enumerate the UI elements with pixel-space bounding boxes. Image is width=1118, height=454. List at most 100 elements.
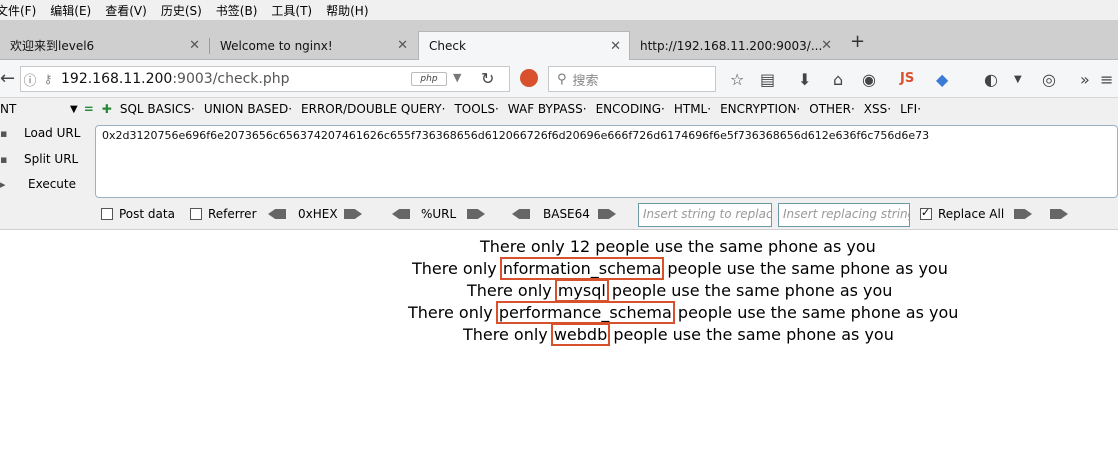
menu-bookmarks[interactable]: 书签(B) [216, 2, 258, 19]
search-placeholder: 搜索 [572, 73, 599, 89]
url-path: :9003/check.php [172, 71, 290, 87]
dropdown-icon[interactable]: ▼ [453, 71, 461, 84]
menu-xss[interactable]: XSS· [864, 102, 891, 116]
menu-encoding[interactable]: ENCODING· [596, 102, 665, 116]
line-prefix: There only [408, 303, 498, 322]
new-tab-icon[interactable]: + [850, 31, 865, 52]
menu-encryption[interactable]: ENCRYPTION· [720, 102, 800, 116]
line-prefix: There only [463, 325, 553, 344]
menu-file[interactable]: 文件(F) [0, 2, 36, 19]
chevron-down-icon[interactable]: ▼ [1014, 74, 1022, 85]
home-icon[interactable]: ⌂ [833, 70, 843, 89]
hackbar-menu: NT ▼ = ✚ SQL BASICS· UNION BASED· ERROR/… [0, 98, 1118, 120]
menu-tools[interactable]: TOOLS· [454, 102, 498, 116]
execute-label: Execute [28, 177, 76, 191]
minus-icon[interactable]: = [84, 102, 94, 116]
replace-all-checkbox[interactable] [920, 206, 932, 220]
payload-textarea[interactable]: 0x2d3120756e696f6e2073656c65637420746162… [95, 125, 1118, 198]
search-icon: ⚲ [557, 71, 567, 87]
download-icon[interactable]: ⬇ [798, 70, 811, 89]
info-icon[interactable]: ⓘ [21, 70, 39, 89]
hackbar-panel: ▪ Load URL ▪ Split URL ▸ Execute 0x2d312… [0, 120, 1118, 230]
extension-icon[interactable]: ◉ [862, 70, 876, 89]
menu-lfi[interactable]: LFI· [900, 102, 921, 116]
url-label: %URL [421, 207, 457, 221]
post-data-label: Post data [119, 207, 175, 221]
php-badge: php [411, 72, 447, 86]
search-input[interactable]: ⚲ 搜索 [548, 66, 716, 92]
line-suffix: people use the same phone as you [662, 259, 948, 278]
replacing-string-input[interactable]: Insert replacing string [778, 203, 910, 227]
line-prefix: There only [467, 281, 557, 300]
menu-icon[interactable]: ≡ [1100, 70, 1113, 89]
reload-icon[interactable]: ↻ [481, 69, 494, 88]
tab-level6[interactable]: 欢迎来到level6 ✕ [0, 31, 208, 60]
replace-arrow-icon[interactable] [1014, 209, 1032, 219]
hex-label: 0xHEX [298, 207, 338, 221]
menu-error-double-query[interactable]: ERROR/DOUBLE QUERY· [301, 102, 445, 116]
base64-label: BASE64 [543, 207, 590, 221]
line-suffix: people use the same phone as you [608, 325, 894, 344]
result-line: There only nformation_schema people use … [412, 257, 948, 280]
extension-icon[interactable]: ◆ [936, 70, 948, 89]
decode-arrow-icon[interactable] [392, 209, 410, 219]
library-icon[interactable]: ▤ [760, 70, 775, 89]
line-suffix: people use the same phone as you [672, 303, 959, 322]
replace-arrow-icon[interactable] [1050, 209, 1068, 219]
decode-arrow-icon[interactable] [512, 209, 530, 219]
result-line: There only mysql people use the same pho… [467, 279, 892, 302]
highlighted-value: mysql [554, 279, 609, 302]
chevron-down-icon[interactable]: ▼ [70, 104, 78, 115]
close-icon[interactable]: ✕ [610, 39, 621, 54]
line-value: 12 [569, 237, 591, 256]
tab-title: http://192.168.11.200:9003/... [640, 38, 823, 53]
encode-arrow-icon[interactable] [467, 209, 485, 219]
split-url-button[interactable]: ▪ Split URL [0, 152, 78, 166]
menu-union-based[interactable]: UNION BASED· [204, 102, 292, 116]
menu-help[interactable]: 帮助(H) [326, 2, 368, 19]
overflow-icon[interactable]: » [1080, 70, 1090, 89]
replace-string-input[interactable]: Insert string to replace [638, 203, 772, 227]
palette-icon[interactable]: ◐ [984, 70, 998, 89]
menu-other[interactable]: OTHER· [809, 102, 855, 116]
tab-check[interactable]: Check ✕ [418, 31, 630, 60]
url-bar[interactable]: ⓘ ⚷ 192.168.11.200 :9003/check.php php ▼… [20, 66, 510, 92]
result-line: There only performance_schema people use… [408, 301, 959, 324]
encode-arrow-icon[interactable] [344, 209, 362, 219]
line-prefix: There only [412, 259, 502, 278]
menu-html[interactable]: HTML· [674, 102, 711, 116]
back-arrow-icon[interactable]: ← [0, 68, 15, 89]
tab-strip: 欢迎来到level6 ✕ Welcome to nginx! ✕ Check ✕… [0, 20, 1118, 60]
menu-waf-bypass[interactable]: WAF BYPASS· [508, 102, 587, 116]
addon-icon[interactable] [520, 69, 538, 87]
close-icon[interactable]: ✕ [397, 38, 408, 53]
menu-edit[interactable]: 编辑(E) [50, 2, 91, 19]
post-data-checkbox[interactable] [101, 208, 113, 220]
load-url-label: Load URL [24, 126, 81, 140]
menu-history[interactable]: 历史(S) [161, 2, 202, 19]
menu-view[interactable]: 查看(V) [105, 2, 147, 19]
hackbar-select[interactable]: NT [0, 102, 70, 116]
menu-sql-basics[interactable]: SQL BASICS· [120, 102, 195, 116]
menu-tools[interactable]: 工具(T) [271, 2, 312, 19]
highlighted-value: performance_schema [495, 301, 675, 324]
menu-bar: 文件(F) 编辑(E) 查看(V) 历史(S) 书签(B) 工具(T) 帮助(H… [0, 0, 1118, 20]
result-line: There only webdb people use the same pho… [463, 323, 894, 346]
plus-icon[interactable]: ✚ [102, 102, 112, 116]
js-badge[interactable]: JS [900, 71, 914, 86]
line-suffix: people use the same phone as you [590, 237, 876, 256]
star-icon[interactable]: ☆ [730, 70, 744, 89]
close-icon[interactable]: ✕ [821, 38, 832, 53]
referrer-checkbox[interactable] [190, 208, 202, 220]
tab-title: 欢迎来到level6 [10, 39, 95, 53]
tab-nginx[interactable]: Welcome to nginx! ✕ [210, 31, 416, 60]
tab-url[interactable]: http://192.168.11.200:9003/... ✕ [630, 31, 840, 60]
close-icon[interactable]: ✕ [189, 38, 200, 53]
highlighted-value: nformation_schema [499, 257, 665, 280]
referrer-label: Referrer [208, 207, 257, 221]
load-url-button[interactable]: ▪ Load URL [0, 126, 80, 140]
execute-button[interactable]: ▸ Execute [0, 177, 76, 191]
decode-arrow-icon[interactable] [268, 209, 286, 219]
extension-icon[interactable]: ◎ [1042, 70, 1056, 89]
encode-arrow-icon[interactable] [598, 209, 616, 219]
